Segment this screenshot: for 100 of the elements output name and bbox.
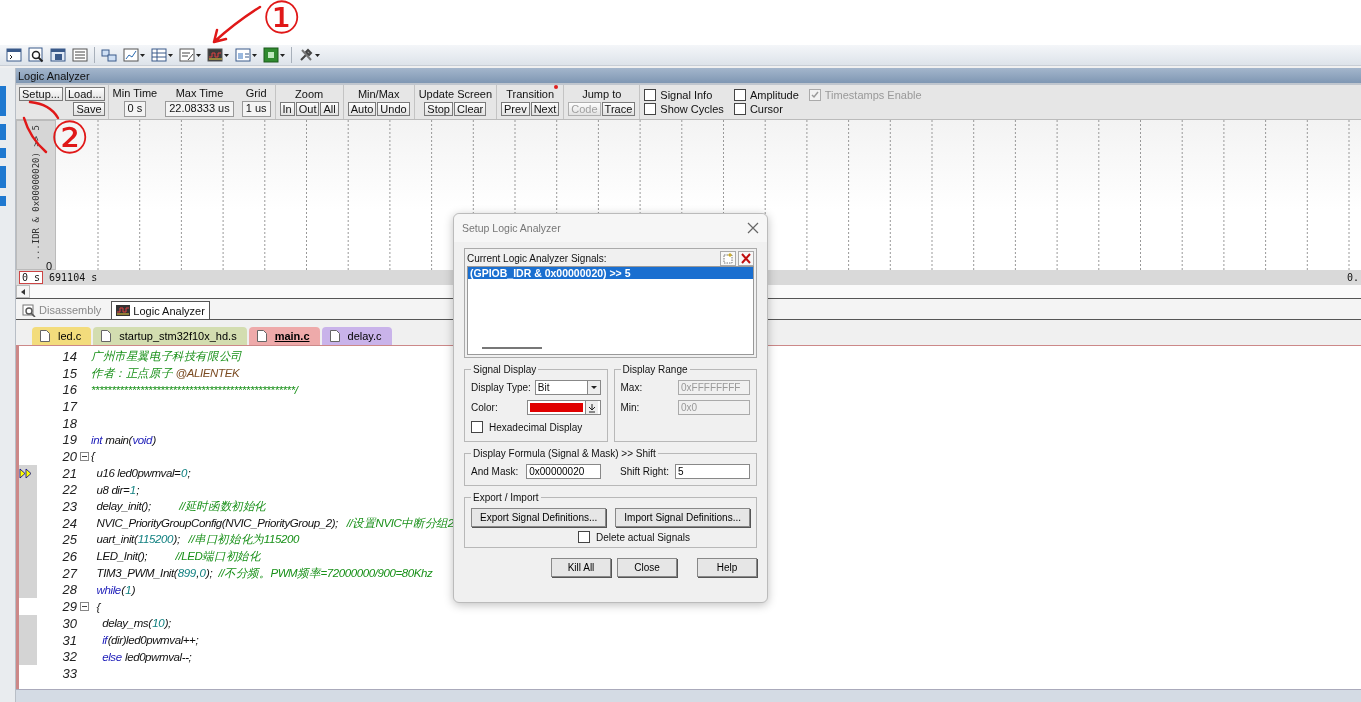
line-number: 30	[61, 615, 77, 631]
dropdown[interactable]: Bit	[534, 379, 601, 395]
close-icon[interactable]	[747, 222, 759, 234]
input-field[interactable]: 5	[675, 463, 750, 479]
toolbar-button[interactable]: Auto	[347, 102, 377, 116]
toolbar-button[interactable]: Save	[73, 102, 105, 116]
import-button[interactable]: Import Signal Definitions...	[615, 508, 750, 527]
waveform-icon[interactable]	[205, 45, 231, 65]
signal-list[interactable]: (GPIOB_IDR & 0x00000020) >> 5	[467, 266, 754, 355]
dialog-title: Setup Logic Analyzer	[462, 222, 561, 234]
code-line: {	[91, 450, 95, 463]
fold-icon[interactable]	[79, 602, 89, 612]
input-field[interactable]: 0x00000020	[526, 463, 602, 479]
line-number: 19	[61, 432, 77, 448]
chip-icon[interactable]	[261, 45, 287, 65]
checkbox[interactable]	[471, 421, 483, 433]
table-icon[interactable]	[149, 45, 175, 65]
chart-window-icon[interactable]	[121, 45, 147, 65]
line-number: 23	[61, 499, 77, 515]
checkbox-label: Hexadecimal Display	[489, 421, 583, 433]
group-label: Jump to	[582, 88, 622, 100]
line-number: 26	[61, 549, 77, 565]
code-line: {	[95, 600, 101, 613]
time-readout: 0.	[1346, 272, 1360, 283]
toolbar-button[interactable]: In	[279, 102, 295, 116]
line-number: 17	[61, 398, 77, 414]
file-tab[interactable]: delay.c	[321, 327, 392, 345]
toolbar-button[interactable]: Out	[295, 102, 320, 116]
field-label: Display Type:	[471, 381, 531, 393]
checkbox[interactable]	[578, 531, 591, 543]
line-number: 16	[61, 382, 77, 398]
line-number: 31	[61, 632, 77, 648]
list-icon[interactable]	[70, 45, 90, 65]
code-line: 作者：正点原子 @ALIENTEK	[91, 365, 240, 381]
edit-window-icon[interactable]	[177, 45, 203, 65]
toolbar-button[interactable]: Setup...	[19, 87, 63, 101]
checkbox-label: Delete actual Signals	[596, 531, 690, 543]
line-number: 20	[61, 448, 77, 464]
dialog-button[interactable]: Kill All	[551, 558, 611, 577]
file-icon	[101, 330, 112, 342]
toolbar-button[interactable]: All	[320, 102, 339, 116]
line-number: 28	[61, 582, 77, 598]
checkbox[interactable]	[644, 103, 657, 115]
scrollbar-thumb[interactable]	[482, 347, 542, 349]
magnifier-icon[interactable]	[26, 45, 46, 65]
scroll-left-icon[interactable]	[16, 285, 30, 298]
code-line: delay_init(); //延时函数初始化	[95, 499, 267, 515]
delete-icon[interactable]	[738, 251, 754, 266]
code-line: u8 dir=1;	[95, 483, 140, 496]
tab[interactable]: Logic Analyzer	[111, 301, 210, 319]
group-title: Display Range	[621, 364, 689, 375]
dialog-button[interactable]: Help	[697, 558, 757, 577]
color-picker[interactable]	[526, 399, 601, 415]
code-line: **************************************************/	[91, 383, 299, 396]
dialog-button[interactable]: Close	[617, 558, 677, 577]
annotation-number: ②	[50, 116, 90, 160]
time-field[interactable]: 0 s	[19, 271, 44, 284]
group-label: Transition	[506, 88, 555, 100]
field-label: Max Time	[175, 87, 224, 99]
file-tab[interactable]: led.c	[32, 327, 92, 345]
window-icon[interactable]	[233, 45, 259, 65]
field-label: Shift Right:	[620, 465, 669, 477]
field-label: Max:	[620, 381, 643, 393]
window-icon[interactable]	[48, 45, 68, 65]
file-icon	[40, 330, 50, 342]
toolbar-button[interactable]: Prev	[501, 102, 530, 116]
checkbox[interactable]	[733, 103, 746, 115]
toolbar-button[interactable]: Load...	[64, 87, 105, 101]
toolbar-button[interactable]: Clear	[454, 102, 487, 116]
checkbox-label: Cursor	[749, 103, 783, 115]
toolbar-button[interactable]: Stop	[424, 102, 453, 116]
readout-field: 0 s	[123, 101, 147, 117]
toolbar-button[interactable]: Trace	[601, 102, 636, 116]
export-button[interactable]: Export Signal Definitions...	[471, 508, 607, 527]
checkbox-label: Amplitude	[749, 89, 799, 101]
file-icon	[256, 330, 267, 342]
code-line: int main(void)	[91, 433, 157, 446]
waveform-icon	[116, 304, 131, 317]
file-tab[interactable]: main.c	[248, 327, 320, 345]
toolbar-button[interactable]: Undo	[377, 102, 410, 116]
checkbox-label: Show Cycles	[660, 103, 724, 115]
line-number: 24	[61, 515, 77, 531]
line-number: 25	[61, 532, 77, 548]
list-item[interactable]: (GPIOB_IDR & 0x00000020) >> 5	[468, 267, 753, 279]
field-label: Grid	[245, 87, 267, 99]
checkbox[interactable]	[733, 89, 746, 101]
command-window-icon[interactable]	[4, 45, 24, 65]
line-number: 14	[61, 348, 77, 364]
fold-icon[interactable]	[79, 451, 89, 461]
line-number: 21	[61, 465, 77, 481]
checkbox[interactable]	[644, 89, 657, 101]
line-number: 22	[61, 482, 77, 498]
group-title: Signal Display	[472, 364, 538, 375]
checkbox-label: Timestamps Enable	[824, 89, 922, 101]
file-tab[interactable]: startup_stm32f10x_hd.s	[93, 327, 247, 345]
line-number: 29	[61, 599, 77, 615]
field-label: Color:	[471, 401, 498, 413]
group-label: Zoom	[295, 88, 324, 100]
toolbar-button[interactable]: Next	[530, 102, 560, 116]
code-line: u16 led0pwmval=0;	[95, 467, 191, 480]
